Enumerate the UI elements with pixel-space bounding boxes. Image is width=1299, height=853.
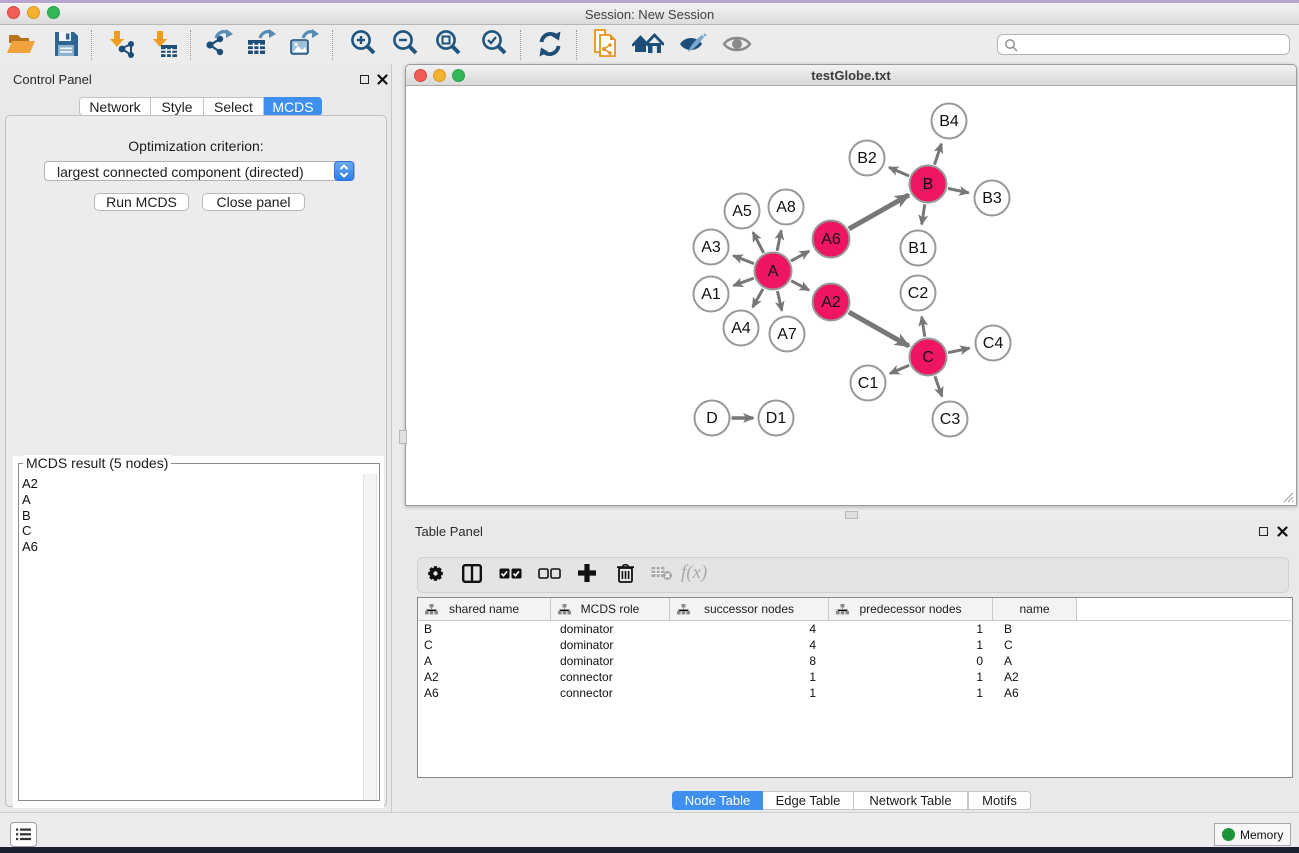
svg-text:A: A — [768, 263, 779, 280]
svg-text:C1: C1 — [858, 375, 879, 392]
svg-text:C: C — [922, 349, 934, 366]
svg-text:B2: B2 — [857, 150, 877, 167]
svg-text:A2: A2 — [821, 294, 841, 311]
svg-text:B4: B4 — [939, 113, 959, 130]
svg-text:A8: A8 — [776, 199, 796, 216]
svg-text:D1: D1 — [766, 410, 787, 427]
svg-text:C2: C2 — [908, 285, 929, 302]
svg-text:A7: A7 — [777, 326, 797, 343]
svg-text:D: D — [706, 410, 718, 427]
svg-text:B1: B1 — [908, 240, 928, 257]
svg-text:B3: B3 — [982, 190, 1002, 207]
svg-text:A4: A4 — [731, 320, 751, 337]
svg-text:B: B — [923, 176, 934, 193]
svg-text:A6: A6 — [821, 231, 841, 248]
svg-text:C3: C3 — [940, 411, 961, 428]
svg-text:C4: C4 — [983, 335, 1004, 352]
svg-text:A3: A3 — [701, 239, 721, 256]
svg-text:A5: A5 — [732, 203, 752, 220]
svg-text:A1: A1 — [701, 286, 721, 303]
